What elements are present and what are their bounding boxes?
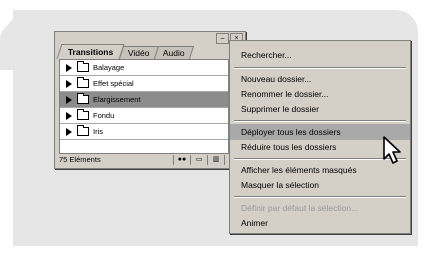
screenshot-canvas: – × Transitions Vidéo Audio ▶ Balayage E… [0,0,429,254]
folder-icon [77,109,89,120]
folder-icon [77,61,89,72]
list-item[interactable]: Balayage [60,60,228,76]
menu-item-definir-defaut: Définir par défaut la sélection... [241,203,359,213]
menu-item-nouveau-dossier[interactable]: Nouveau dossier... [230,71,410,87]
menu-item-supprimer-dossier[interactable]: Supprimer le dossier [230,101,410,117]
list-item[interactable]: Iris [60,124,228,140]
item-count: 75 Eléments [59,155,101,164]
list-item-label: Elargissement [93,95,141,104]
list-item-label: Balayage [93,63,125,72]
tab-transitions[interactable]: Transitions [56,44,125,59]
mouse-pointer-icon [383,136,401,164]
menu-item-renommer-dossier[interactable]: Renommer le dossier... [230,86,410,102]
list-item-label: Effet spécial [93,79,134,88]
menu-separator [234,196,406,198]
status-bar: 75 Eléments ●● ▭ ▥ ⋰ [59,154,241,165]
menu-separator [234,67,406,69]
menu-item-masquer-selection[interactable]: Masquer la sélection [230,177,410,193]
tab-video[interactable]: Vidéo [119,46,160,59]
transitions-palette: – × Transitions Vidéo Audio ▶ Balayage E… [54,31,246,169]
list-item-label: Iris [93,127,103,136]
trash-icon[interactable]: ▥ [207,154,224,165]
decorative-notch [0,18,14,70]
folder-list: Balayage Effet spécial Elargissement Fon… [59,59,229,154]
expand-triangle-icon[interactable] [66,111,72,120]
expand-triangle-icon[interactable] [66,63,72,72]
list-item-selected[interactable]: Elargissement [60,92,228,108]
minimize-icon[interactable]: – [216,33,229,44]
expand-triangle-icon[interactable] [66,95,72,104]
tab-bar: Transitions Vidéo Audio [56,44,194,59]
new-folder-icon[interactable]: ▭ [190,154,207,165]
list-item[interactable]: Effet spécial [60,76,228,92]
binoculars-icon[interactable]: ●● [173,154,190,165]
folder-icon [77,93,89,104]
expand-triangle-icon[interactable] [66,79,72,88]
menu-item-animer[interactable]: Animer [230,215,410,231]
expand-triangle-icon[interactable] [66,127,72,136]
folder-icon [77,77,89,88]
menu-separator [234,158,406,160]
list-item[interactable]: Fondu [60,108,228,124]
menu-separator [234,120,406,122]
menu-item-rechercher[interactable]: Rechercher... [230,47,410,63]
folder-icon [77,125,89,136]
list-item-label: Fondu [93,111,115,120]
tab-audio[interactable]: Audio [153,46,194,59]
